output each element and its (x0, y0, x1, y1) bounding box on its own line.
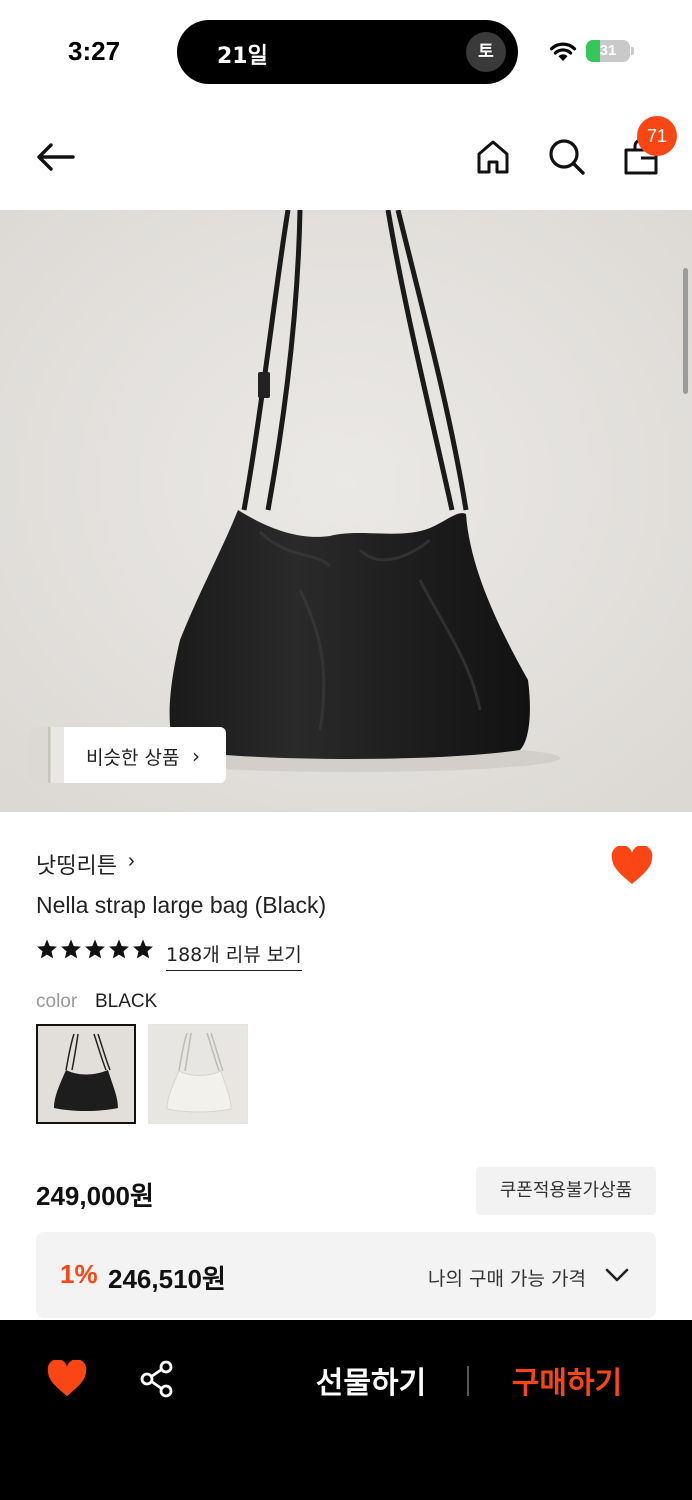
share-button[interactable] (138, 1360, 176, 1403)
search-icon (549, 139, 585, 175)
cart-count-badge: 71 (637, 116, 677, 156)
best-price: 246,510원 (108, 1264, 226, 1294)
coupon-unavailable-badge: 쿠폰적용불가상품 (476, 1167, 656, 1215)
color-label: color (36, 991, 78, 1012)
color-value: BLACK (95, 991, 158, 1012)
battery-cap (631, 47, 634, 55)
product-price: 249,000원 (36, 1181, 154, 1211)
color-swatch-white[interactable] (148, 1024, 248, 1124)
product-title: Nella strap large bag (Black) (36, 892, 327, 918)
share-icon (140, 1360, 173, 1398)
color-swatch-black[interactable] (36, 1024, 136, 1124)
battery-icon: 31 (586, 40, 630, 62)
battery-level: 31 (599, 42, 617, 59)
star-icon (85, 939, 105, 959)
black-bag-thumbnail (54, 1033, 118, 1111)
bottom-divider (467, 1366, 469, 1396)
gift-button[interactable]: 선물하기 (296, 1358, 446, 1402)
chevron-right-icon: › (192, 744, 200, 768)
arrow-left-icon (37, 143, 75, 171)
heart-icon (611, 845, 653, 884)
search-button[interactable] (542, 132, 592, 182)
image-scroll-indicator (683, 268, 688, 394)
status-bar: 3:27 21일 토 31 (0, 0, 692, 104)
island-date: 21일 (217, 44, 268, 69)
discount-rate: 1% (60, 1259, 98, 1289)
star-icon (109, 939, 129, 959)
home-button[interactable] (468, 132, 518, 182)
buy-button[interactable]: 구매하기 (492, 1358, 642, 1402)
star-icon (133, 939, 153, 959)
home-icon (477, 140, 509, 174)
similar-products-label: 비슷한 상품 (86, 747, 180, 769)
wishlist-bottom-button[interactable] (46, 1359, 88, 1403)
review-link[interactable]: 188개 리뷰 보기 (166, 940, 302, 971)
brand-link[interactable]: 낫띵리튼 (36, 848, 117, 880)
back-button[interactable] (30, 132, 80, 182)
wifi-icon (549, 42, 577, 61)
wishlist-button[interactable] (610, 845, 654, 891)
app-header: 71 (0, 104, 692, 210)
chevron-right-icon: › (128, 850, 135, 872)
star-icon (61, 939, 81, 959)
star-icon (37, 939, 57, 959)
similar-product-thumbnail (28, 727, 64, 783)
similar-products-button[interactable]: 비슷한 상품 › (28, 727, 226, 783)
rating-stars (36, 938, 154, 960)
best-price-label: 나의 구매 가능 가격 (428, 1268, 586, 1290)
status-time: 3:27 (68, 36, 121, 66)
chevron-down-icon (605, 1268, 629, 1282)
best-price-box[interactable]: 1% 246,510원 나의 구매 가능 가격 (36, 1232, 656, 1318)
heart-icon (47, 1359, 87, 1397)
dynamic-island: 21일 토 (177, 20, 518, 84)
island-day-badge: 토 (466, 32, 506, 72)
bottom-action-bar: 선물하기 구매하기 (0, 1320, 692, 1500)
white-bag-thumbnail (166, 1032, 232, 1113)
product-image-gallery[interactable]: 비슷한 상품 › (0, 210, 692, 812)
product-photo (0, 210, 692, 812)
